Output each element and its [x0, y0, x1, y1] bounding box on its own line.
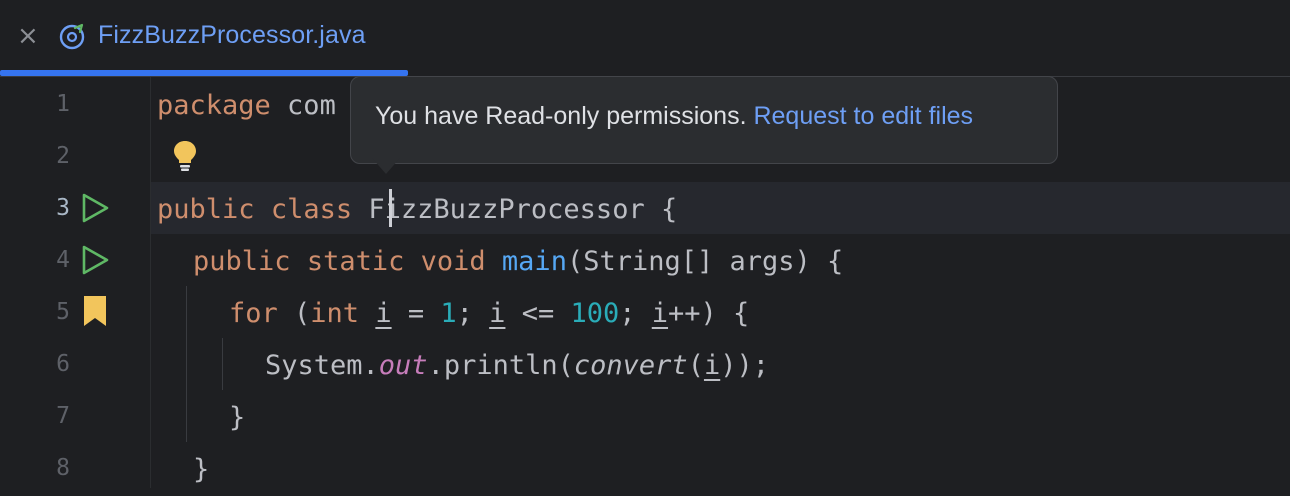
code-text: ( — [687, 350, 704, 381]
variable: i — [489, 298, 506, 329]
number-literal: 1 — [440, 298, 457, 329]
indent-guide — [186, 286, 187, 442]
keyword: public — [157, 194, 255, 225]
bookmark-icon[interactable] — [80, 296, 110, 326]
line-number: 2 — [56, 143, 70, 169]
number-literal: 100 — [570, 298, 620, 329]
code-line-7: } — [229, 402, 246, 433]
static-field: out — [378, 350, 428, 381]
code-line-6: System.out.println(convert(i)); — [265, 340, 769, 392]
code-text: = — [391, 298, 441, 329]
gutter[interactable]: 1 2 3 4 5 6 7 8 — [0, 77, 151, 488]
code-line-5: for (int i = 1; i <= 100; i++) { — [229, 288, 749, 340]
code-text: .println( — [427, 350, 574, 381]
request-edit-link[interactable]: Request to edit files — [753, 102, 973, 130]
code-text: (String[] args) { — [566, 246, 844, 277]
tooltip-text: You have Read-only permissions. Request … — [375, 102, 973, 131]
code-text: )); — [720, 350, 769, 381]
line-number: 1 — [56, 91, 70, 117]
run-icon[interactable] — [80, 245, 110, 275]
code-text: ( — [277, 298, 311, 329]
keyword: public — [193, 246, 291, 277]
run-icon[interactable] — [80, 193, 110, 223]
read-only-tooltip: You have Read-only permissions. Request … — [350, 76, 1058, 164]
tooltip-message: You have Read-only permissions. — [375, 102, 754, 130]
java-class-icon — [59, 23, 85, 50]
code-text: <= — [505, 298, 571, 329]
tab-title: FizzBuzzProcessor.java — [98, 21, 366, 49]
active-tab-indicator — [0, 70, 408, 76]
code-line-8: } — [193, 454, 210, 485]
keyword: for — [229, 298, 278, 329]
variable: i — [651, 298, 669, 329]
code-line-4: public static void main(String[] args) { — [193, 236, 843, 288]
line-number: 4 — [56, 247, 70, 273]
keyword: int — [310, 298, 360, 329]
line-number: 5 — [56, 299, 70, 325]
variable: i — [703, 350, 721, 381]
static-method-call: convert — [573, 350, 688, 381]
code-text: ; — [456, 298, 490, 329]
editor-tab[interactable]: × FizzBuzzProcessor.java — [0, 0, 408, 76]
code-line-3: public class FizzBuzzProcessor { — [157, 184, 677, 236]
line-number: 7 — [56, 403, 70, 429]
tooltip-arrow — [372, 158, 400, 174]
line-number: 3 — [56, 195, 70, 221]
class-name: FizzBuzzProcessor — [368, 194, 645, 225]
lightbulb-icon[interactable] — [171, 139, 199, 171]
code-text: com — [270, 90, 336, 121]
keyword: static — [306, 246, 405, 277]
line-number: 6 — [56, 351, 70, 377]
indent-guide — [222, 338, 223, 390]
code-text: { — [644, 194, 678, 225]
editor-tab-bar: × FizzBuzzProcessor.java — [0, 0, 1290, 77]
variable: i — [375, 298, 392, 329]
line-number: 8 — [56, 455, 70, 481]
keyword: void — [420, 246, 486, 277]
keyword: class — [270, 194, 353, 225]
code-text: System. — [265, 350, 379, 381]
method-name: main — [501, 246, 567, 277]
code-line-1: package com — [157, 80, 336, 132]
keyword: package — [157, 90, 271, 121]
code-text: ; — [619, 298, 652, 329]
code-text: ++) { — [668, 298, 750, 329]
close-icon[interactable]: × — [17, 23, 39, 49]
text-caret — [389, 189, 392, 227]
